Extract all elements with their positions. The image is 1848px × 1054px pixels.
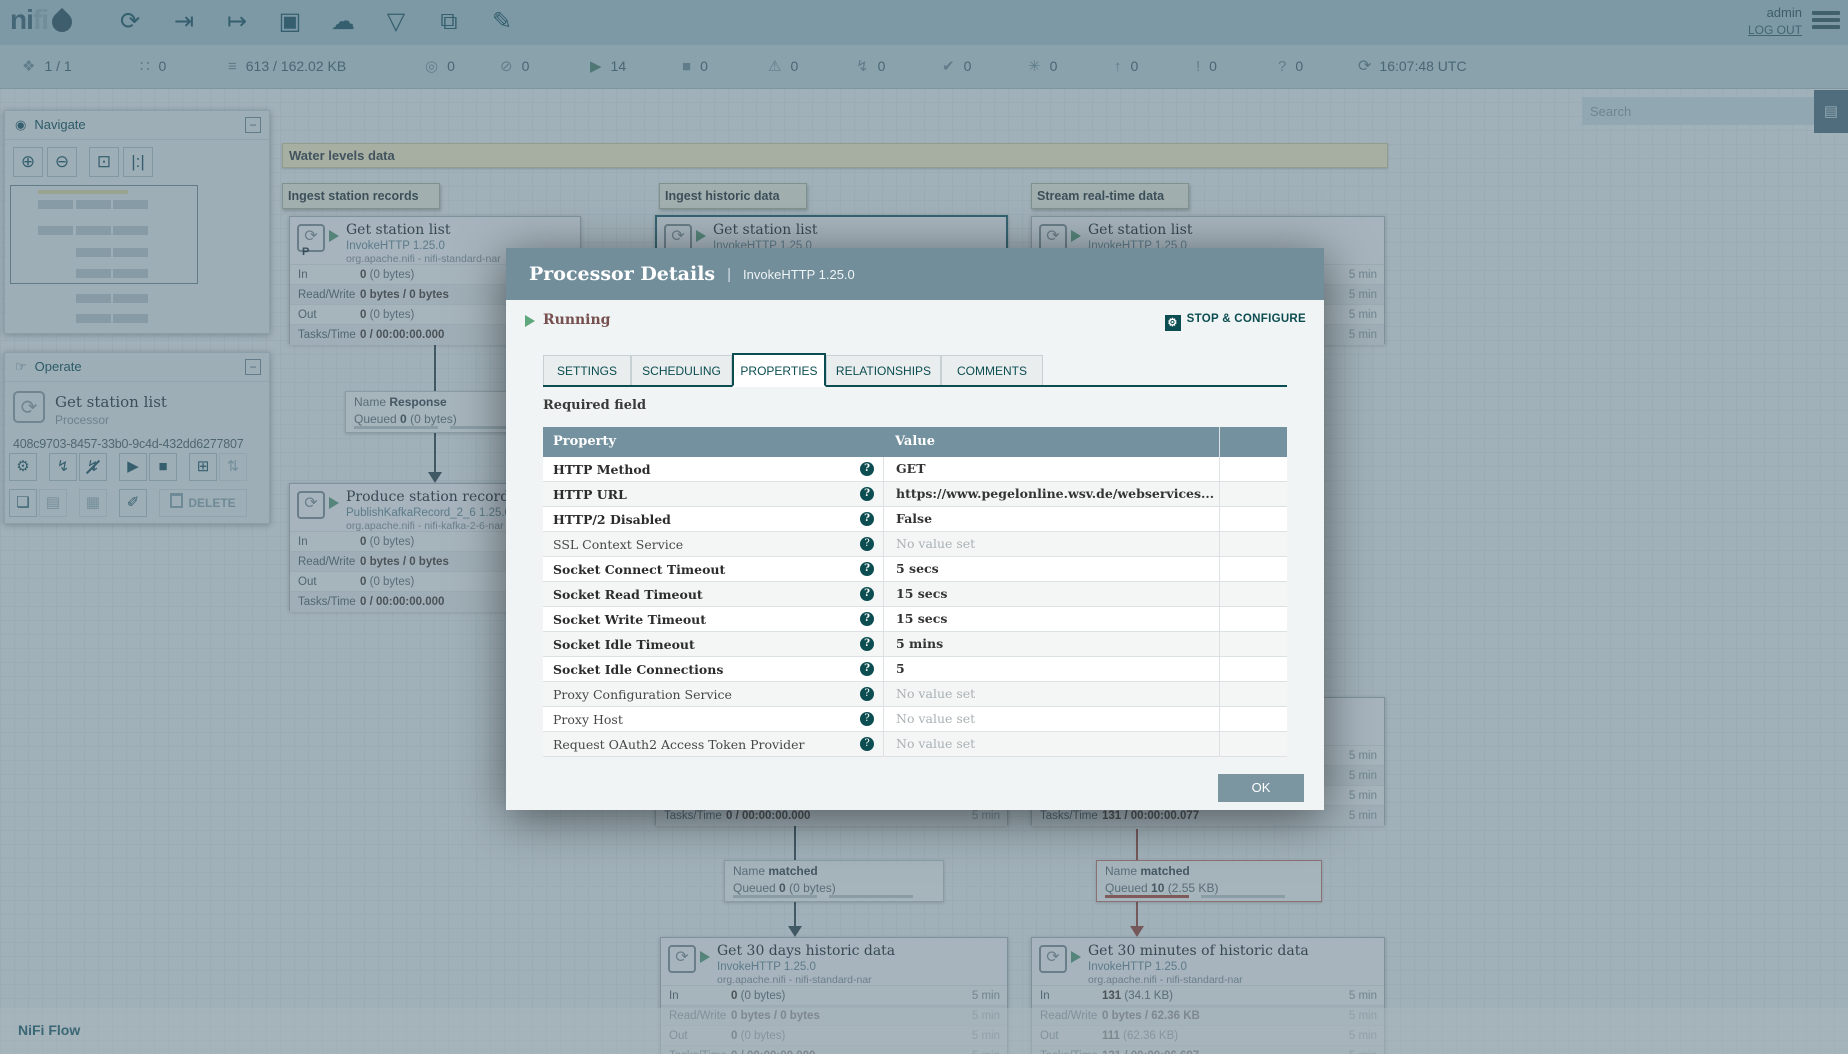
property-row[interactable]: Proxy Configuration ServiceNo value set xyxy=(543,682,1287,707)
property-row[interactable]: Socket Idle Connections5 xyxy=(543,657,1287,682)
nifi-app: nifi ⟳ ⇥ ↦ ▣ ☁ ▽ ⧉ ✎ admin LOG OUT ❖ 1 / … xyxy=(0,0,1848,1054)
property-row[interactable]: Socket Write Timeout15 secs xyxy=(543,607,1287,632)
running-indicator-icon xyxy=(525,315,541,327)
property-row[interactable]: Socket Idle Timeout5 mins xyxy=(543,632,1287,657)
property-row[interactable]: SSL Context ServiceNo value set xyxy=(543,532,1287,557)
property-row[interactable]: HTTP URLhttps://www.pegelonline.wsv.de/w… xyxy=(543,482,1287,507)
help-icon[interactable] xyxy=(860,612,874,626)
run-status: Running xyxy=(543,312,611,328)
tab-relationships[interactable]: RELATIONSHIPS xyxy=(826,355,941,385)
help-icon[interactable] xyxy=(860,537,874,551)
property-row[interactable]: HTTP/2 DisabledFalse xyxy=(543,507,1287,532)
dialog-tabs: SETTINGS SCHEDULING PROPERTIES RELATIONS… xyxy=(543,352,1287,387)
help-icon[interactable] xyxy=(860,487,874,501)
help-icon[interactable] xyxy=(860,712,874,726)
help-icon[interactable] xyxy=(860,737,874,751)
tab-scheduling[interactable]: SCHEDULING xyxy=(631,355,732,385)
property-row[interactable]: Request OAuth2 Access Token ProviderNo v… xyxy=(543,732,1287,757)
ok-button[interactable]: OK xyxy=(1218,774,1304,802)
help-icon[interactable] xyxy=(860,562,874,576)
dialog-subtitle: InvokeHTTP 1.25.0 xyxy=(743,266,855,282)
help-icon[interactable] xyxy=(860,587,874,601)
property-row[interactable]: Socket Read Timeout15 secs xyxy=(543,582,1287,607)
dialog-status-row: Running ⚙ STOP & CONFIGURE xyxy=(506,300,1324,342)
dialog-title: Processor Details xyxy=(529,263,716,285)
processor-details-dialog: Processor Details | InvokeHTTP 1.25.0 Ru… xyxy=(506,248,1324,810)
gear-icon: ⚙ xyxy=(1164,315,1181,331)
properties-table: Property Value HTTP MethodGET HTTP URLht… xyxy=(543,427,1287,757)
help-icon[interactable] xyxy=(860,662,874,676)
required-field-note: Required field xyxy=(543,398,647,413)
stop-and-configure-button[interactable]: ⚙ STOP & CONFIGURE xyxy=(1164,313,1306,331)
help-icon[interactable] xyxy=(860,462,874,476)
tab-settings[interactable]: SETTINGS xyxy=(543,355,631,385)
tab-comments[interactable]: COMMENTS xyxy=(941,355,1043,385)
tab-properties[interactable]: PROPERTIES xyxy=(732,353,826,387)
properties-table-header: Property Value xyxy=(543,427,1287,457)
help-icon[interactable] xyxy=(860,637,874,651)
property-row[interactable]: Socket Connect Timeout5 secs xyxy=(543,557,1287,582)
property-row[interactable]: Proxy HostNo value set xyxy=(543,707,1287,732)
help-icon[interactable] xyxy=(860,687,874,701)
property-row[interactable]: HTTP MethodGET xyxy=(543,457,1287,482)
help-icon[interactable] xyxy=(860,512,874,526)
dialog-header: Processor Details | InvokeHTTP 1.25.0 xyxy=(506,248,1324,300)
